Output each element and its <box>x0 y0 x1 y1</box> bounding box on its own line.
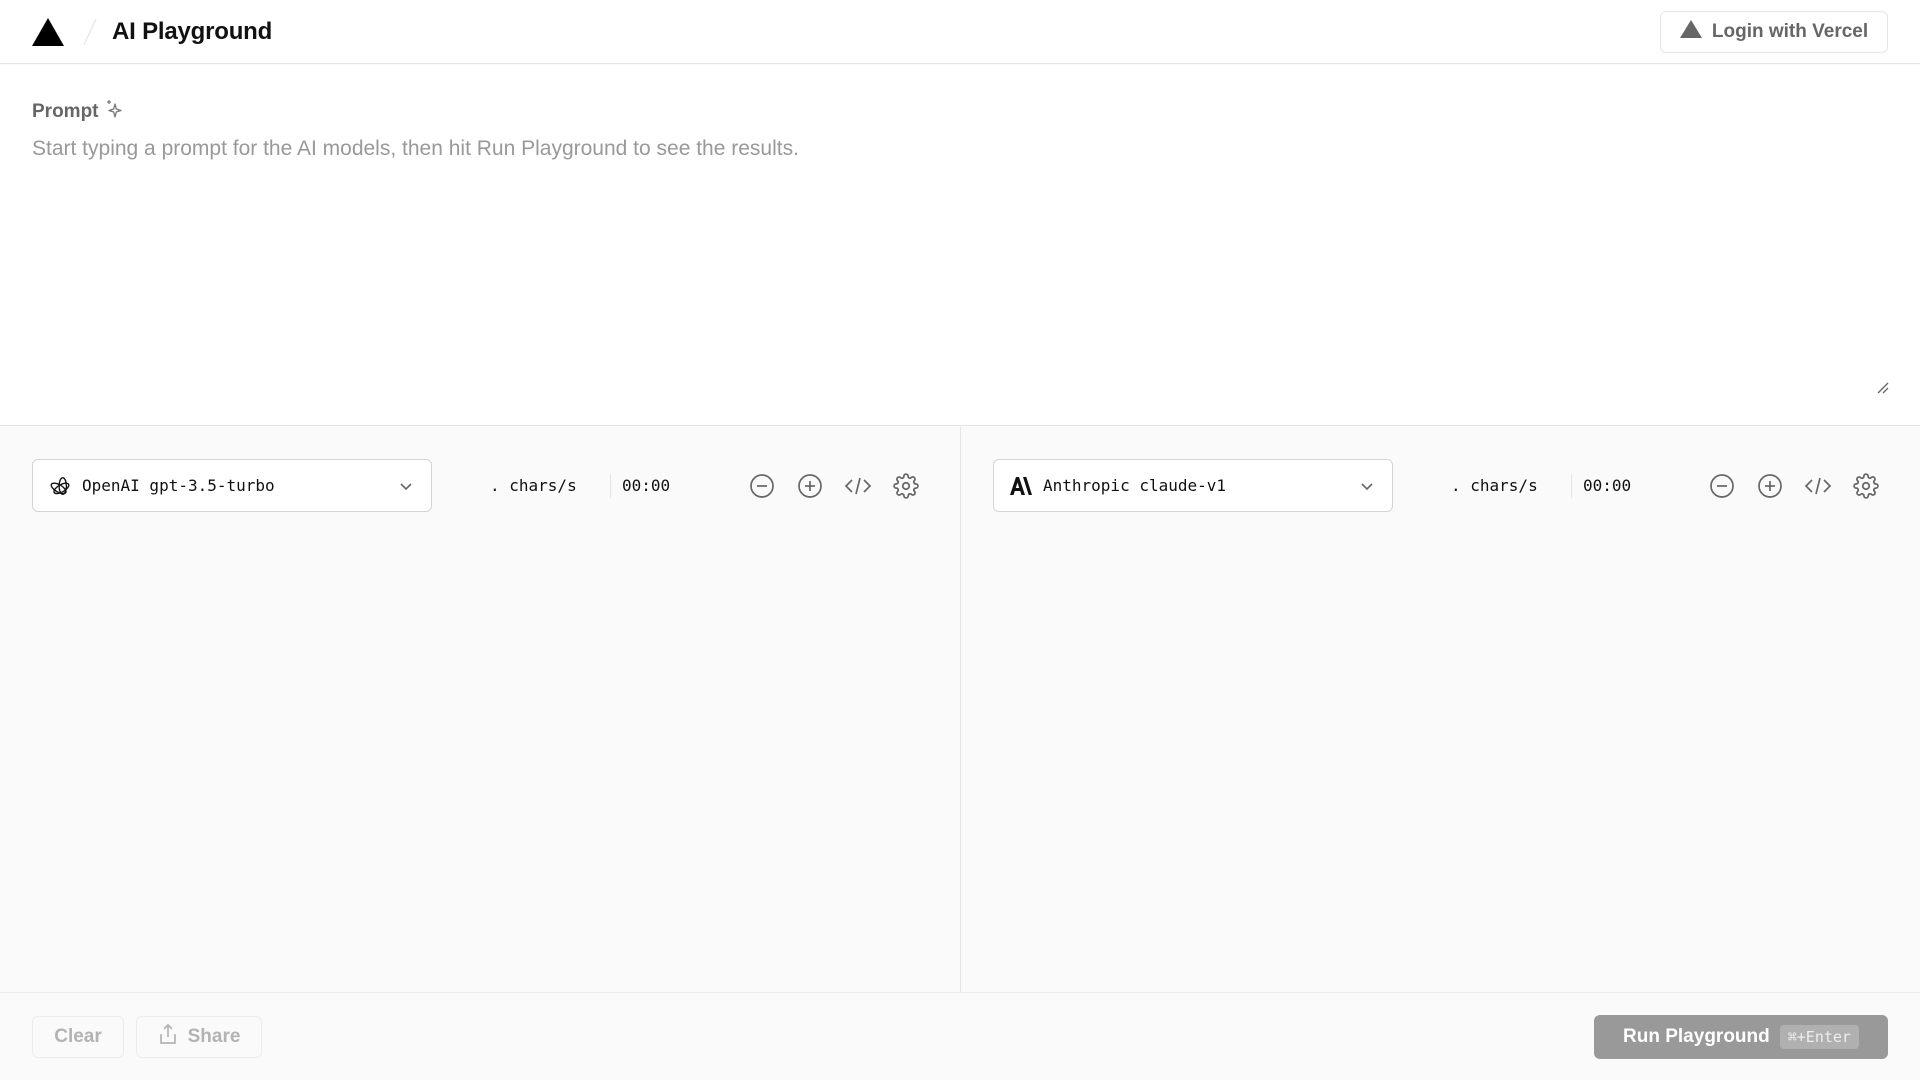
stats-divider <box>1571 473 1572 498</box>
add-panel-icon[interactable] <box>1756 472 1784 500</box>
prompt-label-text: Prompt <box>32 101 99 122</box>
prompt-section: Prompt <box>0 65 1920 426</box>
model-name: Anthropic claude-v1 <box>1043 476 1227 495</box>
clear-label: Clear <box>54 1026 102 1047</box>
settings-gear-icon[interactable] <box>1852 472 1880 500</box>
timer: 00:00 <box>1583 476 1632 495</box>
share-label: Share <box>187 1026 241 1047</box>
code-icon[interactable] <box>1804 472 1832 500</box>
panel-toolbar <box>1708 459 1880 512</box>
vercel-triangle-icon <box>1679 20 1702 44</box>
model-select-dropdown[interactable]: Anthropic claude-v1 <box>993 459 1393 512</box>
login-label: Login with Vercel <box>1711 21 1869 42</box>
code-icon[interactable] <box>844 472 872 500</box>
model-panels: OpenAI gpt-3.5-turbo . chars/s 00:00 Ant… <box>0 427 1920 992</box>
header: AI Playground Login with Vercel <box>0 0 1920 64</box>
share-button[interactable]: Share <box>136 1016 262 1058</box>
run-label: Run Playground <box>1623 1026 1770 1047</box>
prompt-input[interactable] <box>32 137 1888 407</box>
login-with-vercel-button[interactable]: Login with Vercel <box>1660 11 1888 53</box>
chevron-down-icon <box>397 477 415 495</box>
prompt-label: Prompt <box>32 99 123 125</box>
resize-handle-icon[interactable] <box>1876 381 1890 395</box>
add-panel-icon[interactable] <box>796 472 824 500</box>
chars-per-second: . chars/s <box>1451 476 1538 495</box>
anthropic-logo-icon <box>1010 474 1034 498</box>
footer-bar: Clear Share Run Playground ⌘+Enter <box>0 992 1920 1080</box>
stats: . chars/s 00:00 <box>1451 459 1631 512</box>
share-icon <box>158 1023 178 1051</box>
timer: 00:00 <box>622 476 671 495</box>
model-name: OpenAI gpt-3.5-turbo <box>82 476 275 495</box>
chevron-down-icon <box>1358 477 1376 495</box>
openai-logo-icon <box>49 474 73 498</box>
clear-button[interactable]: Clear <box>32 1016 124 1058</box>
sparkles-icon <box>105 99 123 125</box>
chars-per-second: . chars/s <box>490 476 577 495</box>
breadcrumb-divider <box>82 17 98 47</box>
model-select-dropdown[interactable]: OpenAI gpt-3.5-turbo <box>32 459 432 512</box>
stats: . chars/s 00:00 <box>490 459 670 512</box>
model-panel-openai: OpenAI gpt-3.5-turbo . chars/s 00:00 <box>0 427 960 992</box>
vercel-logo-icon[interactable] <box>32 17 64 46</box>
keyboard-shortcut: ⌘+Enter <box>1779 1025 1859 1049</box>
panel-toolbar <box>748 459 920 512</box>
stats-divider <box>610 473 611 498</box>
run-playground-button[interactable]: Run Playground ⌘+Enter <box>1594 1015 1888 1059</box>
remove-panel-icon[interactable] <box>1708 472 1736 500</box>
app-title: AI Playground <box>112 17 273 45</box>
remove-panel-icon[interactable] <box>748 472 776 500</box>
settings-gear-icon[interactable] <box>892 472 920 500</box>
model-panel-anthropic: Anthropic claude-v1 . chars/s 00:00 <box>960 427 1920 992</box>
